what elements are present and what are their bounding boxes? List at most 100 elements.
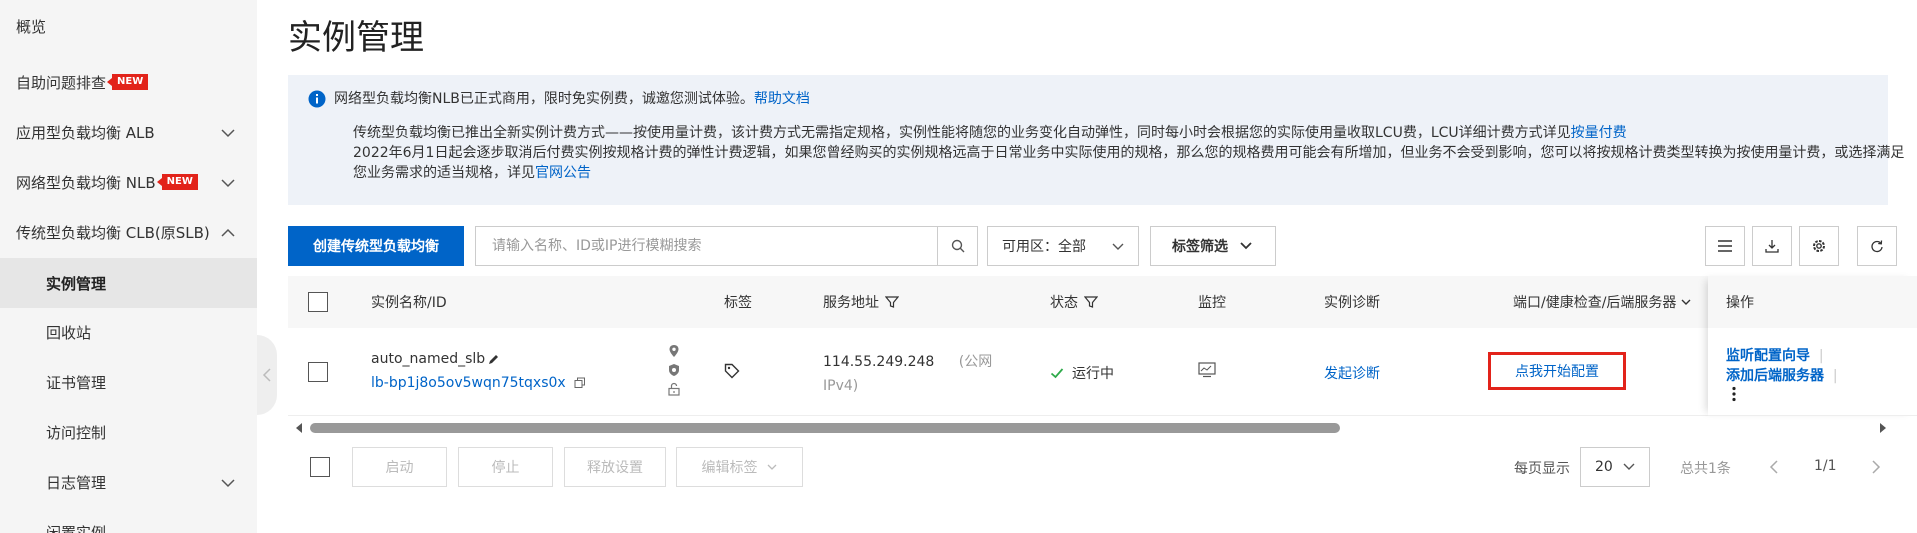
sidebar-item-certificates[interactable]: 证书管理 (0, 360, 257, 404)
notice-text: 网络型负载均衡NLB已正式商用，限时免实例费，诚邀您测试体验。 (334, 91, 754, 107)
tag-filter-label: 标签筛选 (1172, 239, 1228, 255)
table-header: 实例名称/ID 标签 服务地址 状态 监控 实例诊断 端口/健康检查/后端服务器… (288, 276, 1917, 328)
search-button[interactable] (937, 227, 977, 265)
official-announcement-link[interactable]: 官网公告 (535, 165, 591, 181)
zone-value: 全部 (1058, 239, 1086, 255)
edit-icon[interactable] (487, 353, 500, 366)
chevron-down-icon (1623, 463, 1635, 470)
column-settings-button[interactable] (1705, 226, 1745, 266)
sidebar-item-label: 概览 (16, 17, 47, 36)
column-header-diagnosis: 实例诊断 (1324, 295, 1380, 311)
export-button[interactable] (1752, 226, 1792, 266)
new-badge: NEW (106, 74, 149, 90)
monitor-chart-icon[interactable] (1198, 362, 1216, 378)
tag-cell (724, 363, 740, 383)
sidebar-item-overview[interactable]: 概览 (0, 4, 257, 48)
tag-filter-button[interactable]: 标签筛选 (1150, 226, 1276, 266)
chevron-down-icon (221, 179, 235, 188)
status-cell: 运行中 (1050, 363, 1114, 383)
select-all-checkbox[interactable] (308, 292, 328, 312)
settings-button[interactable] (1799, 226, 1839, 266)
instance-id-link[interactable]: lb-bp1j8o5ov5wqn75tqxs0x (371, 375, 566, 391)
page-size-value: 20 (1595, 459, 1613, 475)
start-diagnosis-link[interactable]: 发起诊断 (1324, 366, 1380, 382)
sidebar-item-label: 应用型负载均衡 ALB (16, 123, 155, 142)
sidebar-item-alb[interactable]: 应用型负载均衡 ALB (0, 110, 257, 154)
start-config-link[interactable]: 点我开始配置 (1515, 361, 1599, 381)
sidebar-item-self-diagnosis[interactable]: 自助问题排查 NEW (0, 60, 257, 104)
release-settings-button[interactable]: 释放设置 (564, 447, 666, 487)
edit-tags-label: 编辑标签 (701, 460, 758, 476)
row-select-cell (308, 362, 328, 382)
instance-name-text: auto_named_slb (371, 351, 486, 367)
row-checkbox[interactable] (308, 362, 328, 382)
copy-icon[interactable] (574, 377, 586, 389)
refresh-button[interactable] (1857, 226, 1897, 266)
search-icon (951, 239, 964, 253)
search-input[interactable] (476, 227, 937, 265)
sidebar-item-nlb[interactable]: 网络型负载均衡 NLB NEW (0, 160, 257, 204)
zone-select[interactable]: 可用区： 全部 (987, 226, 1139, 266)
chevron-down-icon (1240, 242, 1252, 250)
instance-attribute-icons (667, 344, 681, 396)
sidebar-item-access-control[interactable]: 访问控制 (0, 410, 257, 454)
notice-text: 传统型负载均衡已推出全新实例计费方式——按使用量计费，该计费方式无需指定规格，实… (353, 125, 1571, 141)
column-header-label: 服务地址 (823, 295, 879, 311)
next-page-icon[interactable] (1870, 459, 1882, 475)
prev-page-icon[interactable] (1768, 459, 1780, 475)
unlock-icon[interactable] (667, 382, 681, 396)
sidebar-item-label: 自助问题排查 (16, 73, 107, 92)
sidebar-item-label: 日志管理 (46, 473, 107, 492)
shield-icon[interactable] (667, 363, 681, 377)
sidebar-item-clb[interactable]: 传统型负载均衡 CLB(原SLB) (0, 210, 257, 254)
check-icon (1050, 368, 1064, 379)
sidebar-collapse-handle[interactable] (257, 335, 277, 415)
service-address: 114.55.249.248 (公网 IPv4) (823, 350, 992, 398)
page-size-select[interactable]: 20 (1580, 447, 1650, 487)
horizontal-scrollbar[interactable] (290, 420, 1890, 434)
sidebar-item-idle-instances[interactable]: 闲置实例 (0, 510, 257, 533)
column-header-status: 状态 (1050, 276, 1098, 328)
footer-select-all-checkbox[interactable] (310, 457, 330, 477)
column-header-name: 实例名称/ID (371, 295, 447, 311)
sidebar-item-log-management[interactable]: 日志管理 (0, 460, 257, 504)
help-doc-link[interactable]: 帮助文档 (754, 89, 810, 109)
sidebar-item-label: 实例管理 (46, 274, 107, 293)
chevron-down-icon (221, 129, 235, 138)
stop-button[interactable]: 停止 (458, 447, 553, 487)
chevron-down-icon (221, 479, 235, 488)
scroll-right-icon[interactable] (1878, 422, 1888, 434)
scrollbar-thumb[interactable] (310, 423, 1340, 433)
scroll-left-icon[interactable] (294, 422, 304, 434)
edit-tags-button[interactable]: 编辑标签 (676, 447, 803, 487)
new-badge: NEW (156, 174, 198, 190)
column-header-label: 端口/健康检查/后端服务器 (1513, 295, 1677, 311)
select-all-cell (308, 276, 328, 328)
instance-id: lb-bp1j8o5ov5wqn75tqxs0x (371, 375, 586, 391)
config-highlight-box: 点我开始配置 (1488, 352, 1626, 390)
sidebar-item-instance-management[interactable]: 实例管理 (0, 258, 257, 308)
gear-icon (1813, 240, 1825, 252)
start-button[interactable]: 启动 (352, 447, 447, 487)
per-page-label: 每页显示 (1514, 461, 1570, 477)
info-icon (308, 90, 326, 108)
chevron-down-icon[interactable] (1680, 296, 1692, 308)
filter-icon[interactable] (1084, 295, 1098, 309)
chevron-left-icon (262, 368, 271, 382)
chevron-down-icon (767, 464, 776, 470)
chevron-down-icon (1112, 243, 1124, 250)
tag-icon[interactable] (724, 363, 740, 379)
download-icon (1765, 240, 1779, 253)
sidebar-item-label: 传统型负载均衡 CLB(原SLB) (16, 223, 210, 242)
filter-icon[interactable] (885, 295, 899, 309)
list-icon (1718, 240, 1732, 252)
page-title: 实例管理 (288, 18, 424, 58)
pay-as-you-go-link[interactable]: 按量付费 (1571, 125, 1627, 141)
sidebar-item-label: 闲置实例 (46, 523, 107, 533)
create-clb-button[interactable]: 创建传统型负载均衡 (288, 226, 464, 266)
notice-line: 网络型负载均衡NLB已正式商用，限时免实例费，诚邀您测试体验。 帮助文档 (308, 89, 1868, 109)
location-icon[interactable] (667, 344, 681, 358)
instance-name: auto_named_slb (371, 351, 500, 367)
sidebar-item-recycle-bin[interactable]: 回收站 (0, 310, 257, 354)
column-header-address: 服务地址 (823, 276, 899, 328)
